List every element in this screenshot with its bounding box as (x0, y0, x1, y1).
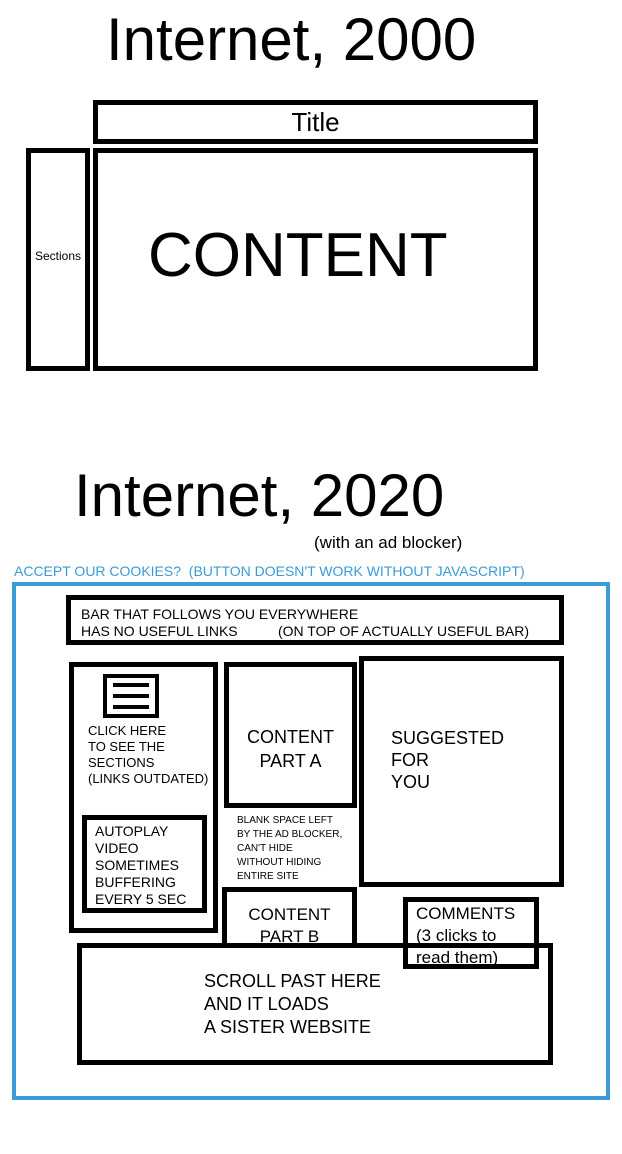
sticky-bar: BAR THAT FOLLOWS YOU EVERYWHERE HAS NO U… (66, 595, 564, 645)
sections-menu-column: CLICK HERE TO SEE THE SECTIONS (LINKS OU… (69, 662, 218, 933)
content-part-a-label: CONTENT PART A (247, 727, 334, 771)
suggested-for-you[interactable]: SUGGESTED FOR YOU (359, 656, 564, 887)
suggested-for-you-label: SUGGESTED FOR YOU (391, 728, 505, 792)
content-part-b-label: CONTENT PART B (248, 905, 331, 946)
subheading-ad-blocker: (with an ad blocker) (314, 533, 463, 552)
content-label: CONTENT (148, 221, 448, 290)
title-box: Title (93, 100, 538, 144)
sections-label: Sections (34, 249, 82, 263)
cookie-notice: ACCEPT OUR COOKIES? (BUTTON DOESN'T WORK… (14, 563, 525, 579)
heading-2020: Internet, 2020 (74, 462, 445, 529)
heading-2000: Internet, 2000 (106, 6, 477, 73)
comments-label: COMMENTS (3 clicks to read them) (416, 904, 516, 967)
autoplay-video[interactable]: AUTOPLAY VIDEO SOMETIMES BUFFERING EVERY… (82, 815, 207, 913)
content-part-a: CONTENT PART A (224, 662, 357, 808)
title-box-label: Title (291, 107, 340, 137)
content-area-2000: CONTENT (93, 148, 538, 371)
sections-menu-link[interactable]: CLICK HERE TO SEE THE SECTIONS (LINKS OU… (88, 723, 208, 787)
content-part-b: CONTENT PART B (222, 887, 357, 949)
sister-website-text: SCROLL PAST HERE AND IT LOADS A SISTER W… (204, 971, 381, 1037)
sticky-bar-note: (ON TOP OF ACTUALLY USEFUL BAR) (278, 623, 530, 639)
comments-box[interactable]: COMMENTS (3 clicks to read them) (403, 897, 539, 969)
hamburger-menu-icon[interactable] (103, 674, 159, 718)
ad-blocker-blank-space: BLANK SPACE LEFT BY THE AD BLOCKER, CAN'… (237, 815, 343, 882)
sections-sidebar: Sections (26, 148, 90, 371)
autoplay-video-text: AUTOPLAY VIDEO SOMETIMES BUFFERING EVERY… (95, 823, 187, 907)
